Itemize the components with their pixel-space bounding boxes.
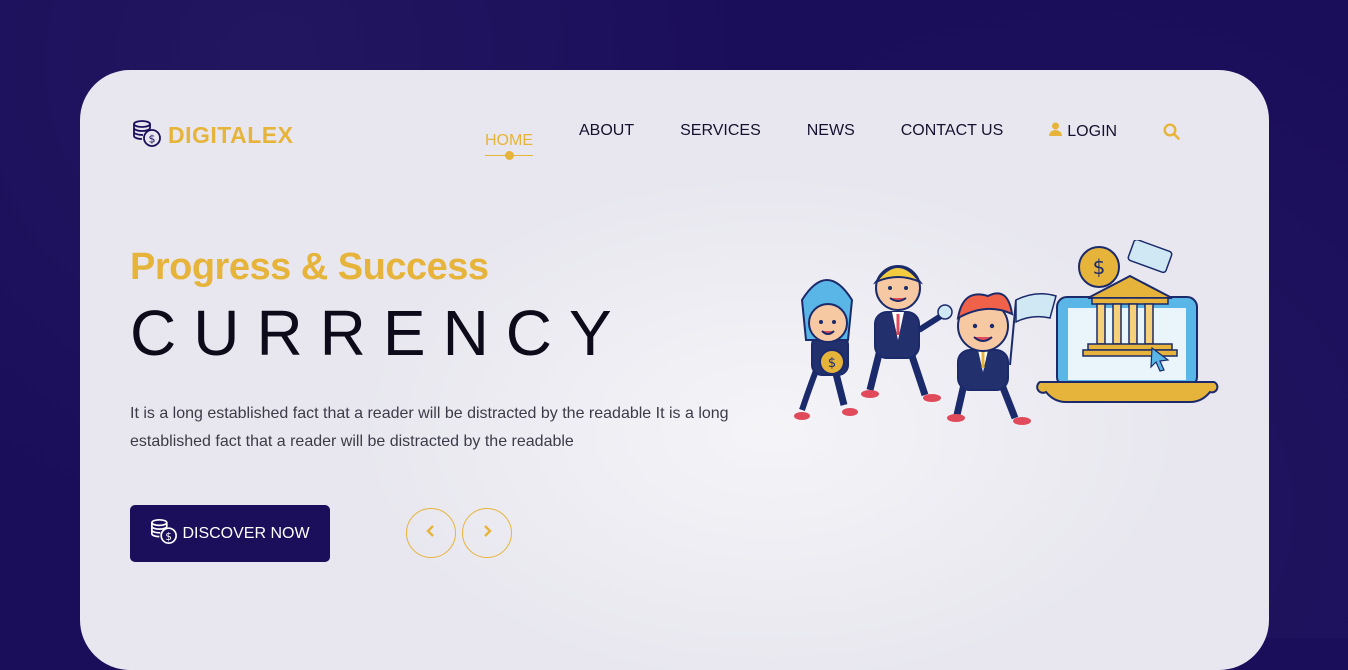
svg-text:$: $ — [1093, 255, 1106, 279]
svg-text:$: $ — [149, 133, 156, 146]
login-link[interactable]: LOGIN — [1049, 122, 1117, 141]
chevron-left-icon — [425, 524, 437, 543]
brand-logo[interactable]: $ DIGITALEX — [132, 118, 293, 153]
user-icon — [1049, 122, 1063, 141]
nav-item-label: HOME — [485, 132, 533, 149]
man-character — [861, 265, 953, 402]
nav-item-services[interactable]: SERVICES — [680, 122, 761, 140]
hero-subtitle: Progress & Success — [130, 246, 489, 288]
discover-now-label: DISCOVER NOW — [182, 524, 310, 542]
nav-item-news[interactable]: NEWS — [807, 122, 855, 140]
hero-description: It is a long established fact that a rea… — [130, 405, 729, 450]
nav-item-about[interactable]: ABOUT — [579, 122, 634, 140]
discover-now-button[interactable]: $ DISCOVER NOW — [130, 505, 330, 562]
redhead-character — [947, 292, 1057, 425]
nav-item-home[interactable]: HOME — [485, 132, 533, 160]
hero-card: $ DIGITALEX HOME ABOUT SERVICES NEWS CON… — [80, 70, 1269, 670]
svg-text:$: $ — [828, 356, 836, 371]
slider-next-button[interactable] — [462, 508, 512, 558]
laptop-bank-icon: $ — [1036, 238, 1219, 403]
main-nav: HOME ABOUT SERVICES NEWS CONTACT US LOGI… — [485, 122, 1226, 160]
girl-character: $ — [794, 279, 858, 420]
active-dot — [505, 151, 514, 160]
nav-item-contact-us[interactable]: CONTACT US — [901, 122, 1004, 140]
hero-title: CURRENCY — [130, 297, 629, 369]
coins-icon: $ — [132, 118, 162, 153]
brand-name: DIGITALEX — [168, 122, 294, 148]
svg-text:$: $ — [166, 531, 173, 543]
login-label: LOGIN — [1067, 122, 1118, 140]
slider-prev-button[interactable] — [406, 508, 456, 558]
hero-illustration: $ $ — [790, 238, 1230, 445]
search-icon[interactable] — [1163, 123, 1180, 145]
coins-icon: $ — [150, 517, 178, 550]
chevron-right-icon — [481, 524, 493, 543]
